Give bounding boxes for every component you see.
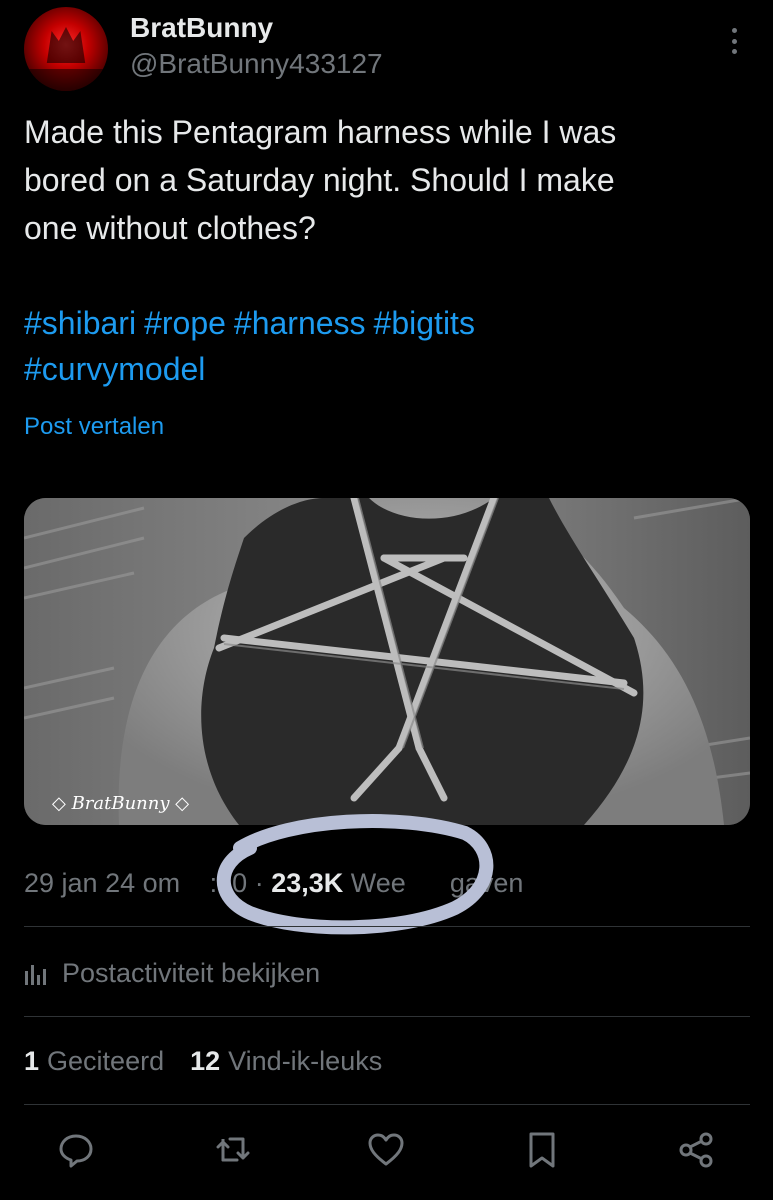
author-display-name[interactable]: BratBunny: [130, 12, 273, 44]
likes-label: Vind-ik-leuks: [228, 1046, 383, 1076]
reply-icon: [59, 1134, 93, 1168]
post-action-bar: [0, 1128, 773, 1182]
repost-icon: [216, 1137, 250, 1162]
media-photo: [24, 498, 750, 825]
views-count: 23,3K: [271, 868, 344, 898]
likes-stat[interactable]: 12 Vind-ik-leuks: [190, 1046, 382, 1077]
hashtag-link[interactable]: #rope: [144, 305, 226, 341]
views-label-end: gaven: [449, 868, 524, 898]
divider: [24, 1104, 750, 1105]
post-date[interactable]: 29 jan 24 om: [24, 868, 180, 898]
repost-button[interactable]: [212, 1128, 256, 1172]
hashtag-list: #shibari #rope #harness #bigtits #curvymodel: [24, 300, 744, 392]
bookmark-button[interactable]: [520, 1128, 564, 1172]
bookmark-icon: [529, 1132, 555, 1168]
quotes-count: 1: [24, 1046, 40, 1076]
views-label-start: Wee: [350, 868, 406, 898]
heart-icon: [368, 1133, 404, 1166]
like-button[interactable]: [364, 1128, 408, 1172]
post-text-line: one without clothes?: [24, 210, 316, 246]
meta-separator: ·: [254, 868, 264, 898]
post-timestamp-views: 29 jan 24 om :30 · 23,3K Wee gaven: [24, 868, 523, 899]
post-media-image[interactable]: ◇ BratBunny ◇: [24, 498, 750, 825]
media-watermark: ◇ BratBunny ◇: [52, 793, 190, 814]
divider: [24, 1016, 750, 1017]
quotes-label: Geciteerd: [47, 1046, 165, 1076]
post-text-line: Made this Pentagram harness while I was: [24, 114, 617, 150]
post-text-line: bored on a Saturday night. Should I make: [24, 162, 615, 198]
share-icon: [679, 1132, 713, 1168]
translate-post-link[interactable]: Post vertalen: [24, 413, 164, 441]
post-activity-link[interactable]: Postactiviteit bekijken: [24, 958, 320, 989]
post-activity-label: Postactiviteit bekijken: [62, 958, 321, 988]
avatar-image: [46, 27, 86, 63]
share-button[interactable]: [674, 1128, 718, 1172]
post-text: Made this Pentagram harness while I was …: [24, 108, 744, 252]
hashtag-link[interactable]: #bigtits: [374, 305, 475, 341]
bar-chart-icon: [25, 964, 46, 985]
post-time[interactable]: :30: [210, 868, 248, 898]
divider: [24, 926, 750, 927]
likes-count: 12: [190, 1046, 221, 1076]
reply-button[interactable]: [54, 1128, 98, 1172]
author-handle[interactable]: @BratBunny433127: [130, 48, 383, 80]
hashtag-link[interactable]: #curvymodel: [24, 351, 205, 387]
engagement-stats: 1 Geciteerd 12 Vind-ik-leuks: [24, 1046, 408, 1077]
more-options-icon[interactable]: [722, 26, 746, 56]
hashtag-link[interactable]: #shibari: [24, 305, 136, 341]
quotes-stat[interactable]: 1 Geciteerd: [24, 1046, 164, 1077]
hashtag-link[interactable]: #harness: [234, 305, 366, 341]
post-detail: BratBunny @BratBunny433127 Made this Pen…: [0, 0, 773, 1200]
avatar[interactable]: [24, 7, 108, 91]
